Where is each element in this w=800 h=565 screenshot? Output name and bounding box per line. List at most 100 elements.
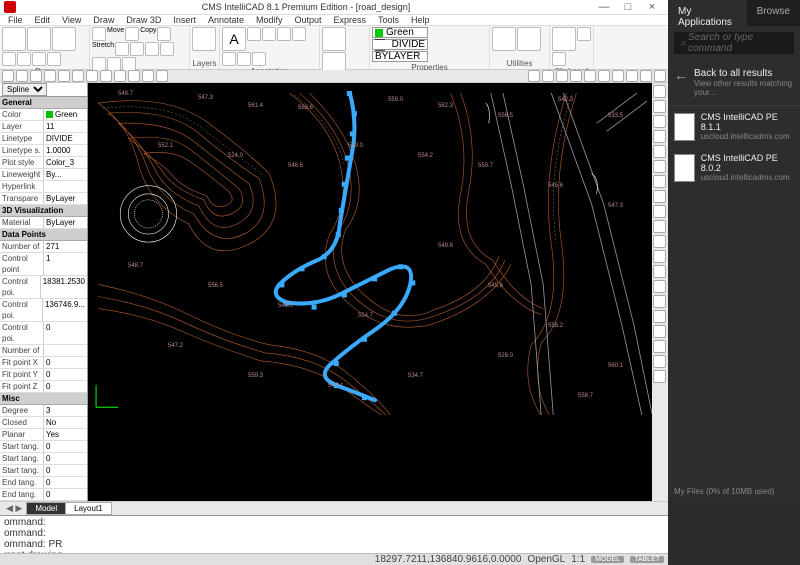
prop-row[interactable]: Start tang.0 (0, 441, 87, 453)
side-tool-icon[interactable] (653, 250, 666, 263)
quick-tool-icon[interactable] (72, 70, 84, 82)
modify-tool-icon[interactable] (130, 42, 144, 56)
quick-tool-icon[interactable] (2, 70, 14, 82)
prop-value[interactable]: 11 (44, 121, 87, 132)
side-tool-icon[interactable] (653, 355, 666, 368)
side-tool-icon[interactable] (653, 145, 666, 158)
linetype-selector[interactable]: — — DIVIDE (372, 39, 428, 50)
side-tool-icon[interactable] (653, 115, 666, 128)
quick-tool-icon[interactable] (528, 70, 540, 82)
side-tool-icon[interactable] (653, 85, 666, 98)
prop-value[interactable]: ByLayer (44, 217, 87, 228)
prop-value[interactable]: By... (44, 169, 87, 180)
modify-tool-icon[interactable] (92, 57, 106, 71)
quick-tool-icon[interactable] (114, 70, 126, 82)
minimize-button[interactable]: — (592, 0, 616, 14)
prop-row[interactable]: Degree3 (0, 405, 87, 417)
menu-insert[interactable]: Insert (167, 15, 202, 25)
prop-value[interactable]: 18381.2530 (41, 276, 87, 298)
draw-tool-icon[interactable] (17, 52, 31, 66)
side-tool-icon[interactable] (653, 205, 666, 218)
draw-tool-icon[interactable] (47, 52, 61, 66)
prop-row[interactable]: ColorGreen (0, 109, 87, 121)
arc-tool-icon[interactable] (52, 27, 76, 51)
maximize-button[interactable]: □ (616, 0, 640, 14)
quick-tool-icon[interactable] (584, 70, 596, 82)
prop-row[interactable]: ClosedNo (0, 417, 87, 429)
bylayer-selector[interactable]: BYLAYER (372, 51, 428, 62)
prop-value[interactable] (44, 345, 87, 356)
quick-tool-icon[interactable] (58, 70, 70, 82)
quick-tool-icon[interactable] (100, 70, 112, 82)
quick-tool-icon[interactable] (156, 70, 168, 82)
prop-row[interactable]: PlanarYes (0, 429, 87, 441)
side-tool-icon[interactable] (653, 280, 666, 293)
prop-row[interactable]: Plot styleColor_3 (0, 157, 87, 169)
close-button[interactable]: × (640, 0, 664, 14)
prop-value[interactable]: DIVIDE (44, 133, 87, 144)
text-tool-icon[interactable]: A (222, 27, 246, 51)
prop-row[interactable]: Start tang.0 (0, 453, 87, 465)
quick-tool-icon[interactable] (556, 70, 568, 82)
quick-tool-icon[interactable] (16, 70, 28, 82)
prop-value[interactable]: 0 (44, 441, 87, 452)
back-to-results[interactable]: ← Back to all results View other results… (668, 60, 800, 106)
prop-value[interactable]: 0 (44, 465, 87, 476)
copy-icon[interactable] (125, 27, 139, 41)
result-item[interactable]: CMS IntelliCAD PE 8.1.1 uscloud.intellic… (668, 106, 800, 147)
prop-value[interactable]: 0 (44, 369, 87, 380)
anno-tool-icon[interactable] (292, 27, 306, 41)
quick-tool-icon[interactable] (128, 70, 140, 82)
measure-icon[interactable] (517, 27, 541, 51)
prop-value[interactable]: 136746.9... (43, 299, 87, 321)
prop-value[interactable]: 0 (44, 489, 87, 500)
modify-tool-icon[interactable] (160, 42, 174, 56)
quick-tool-icon[interactable] (626, 70, 638, 82)
prop-row[interactable]: Hyperlink (0, 181, 87, 193)
result-item[interactable]: CMS IntelliCAD PE 8.0.2 uscloud.intellic… (668, 147, 800, 188)
stretch-icon[interactable] (157, 27, 171, 41)
quick-tool-icon[interactable] (612, 70, 624, 82)
menu-file[interactable]: File (2, 15, 29, 25)
menu-express[interactable]: Express (328, 15, 373, 25)
menu-view[interactable]: View (56, 15, 87, 25)
prop-row[interactable]: Fit point Z0 (0, 381, 87, 393)
anno-tool-icon[interactable] (237, 52, 251, 66)
quick-tool-icon[interactable] (654, 70, 666, 82)
move-icon[interactable] (92, 27, 106, 41)
line-tool-icon[interactable] (2, 27, 26, 51)
prop-row[interactable]: LineweightBy... (0, 169, 87, 181)
prop-row[interactable]: Number of (0, 345, 87, 357)
prop-row[interactable]: Fit point Y0 (0, 369, 87, 381)
quick-tool-icon[interactable] (542, 70, 554, 82)
quick-tool-icon[interactable] (570, 70, 582, 82)
side-tool-icon[interactable] (653, 160, 666, 173)
tab-my-applications[interactable]: My Applications (668, 0, 747, 26)
side-tool-icon[interactable] (653, 295, 666, 308)
side-tool-icon[interactable] (653, 175, 666, 188)
draw-tool-icon[interactable] (32, 52, 46, 66)
prop-row[interactable]: End tang.0 (0, 477, 87, 489)
status-tablet[interactable]: TABLET (630, 556, 664, 563)
prop-row[interactable]: Control point1 (0, 253, 87, 276)
quick-tool-icon[interactable] (86, 70, 98, 82)
group-icon[interactable] (492, 27, 516, 51)
prop-value[interactable]: 0 (44, 453, 87, 464)
prop-value[interactable]: 1.0000 (44, 145, 87, 156)
modify-tool-icon[interactable] (122, 57, 136, 71)
prop-value[interactable]: Green (44, 109, 87, 120)
clip-tool-icon[interactable] (552, 52, 566, 66)
prop-row[interactable]: MaterialByLayer (0, 217, 87, 229)
anno-tool-icon[interactable] (277, 27, 291, 41)
quick-tool-icon[interactable] (640, 70, 652, 82)
prop-value[interactable]: 0 (44, 381, 87, 392)
anno-tool-icon[interactable] (262, 27, 276, 41)
quick-tool-icon[interactable] (44, 70, 56, 82)
prop-value[interactable]: ByLayer (44, 193, 87, 204)
tab-model[interactable]: Model (26, 502, 66, 515)
prop-value[interactable]: 1 (44, 253, 87, 275)
tab-layout1[interactable]: Layout1 (65, 502, 111, 515)
menu-output[interactable]: Output (288, 15, 327, 25)
tab-browse[interactable]: Browse (747, 0, 800, 26)
side-tool-icon[interactable] (653, 220, 666, 233)
